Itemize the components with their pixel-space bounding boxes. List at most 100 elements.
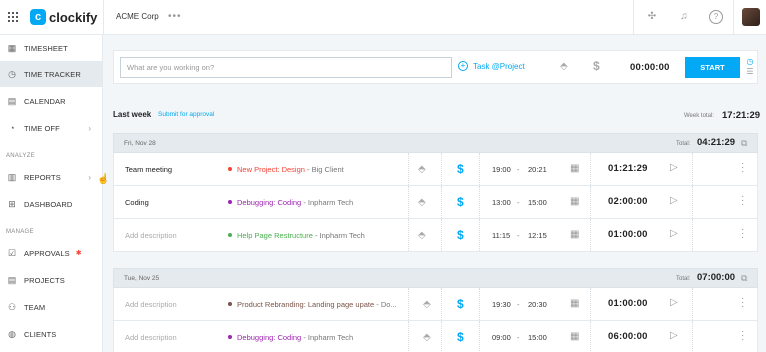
time-separator: -: [517, 165, 520, 174]
apps-grid-icon[interactable]: [8, 12, 18, 22]
tag-icon[interactable]: ⬘: [418, 230, 426, 241]
group-date: Fri, Nov 28: [124, 140, 156, 147]
play-icon[interactable]: ▷: [670, 195, 678, 206]
project-picker-button[interactable]: + Task @Project: [458, 61, 525, 71]
start-time[interactable]: 19:30: [492, 300, 511, 309]
sidebar-item-calendar[interactable]: ▤ CALENDAR: [0, 88, 103, 114]
start-time[interactable]: 09:00: [492, 333, 511, 342]
divider: [441, 186, 442, 218]
bulk-edit-icon[interactable]: ⧉: [741, 273, 747, 284]
billable-dollar-icon[interactable]: $: [457, 195, 464, 209]
clock-mode-icon[interactable]: ◷: [745, 57, 755, 67]
bell-icon[interactable]: ♫: [677, 10, 691, 24]
section-label-analyze: ANALYZE: [6, 153, 35, 159]
day-group-header: Fri, Nov 28 Total: 04:21:29 ⧉: [113, 133, 758, 153]
end-time[interactable]: 15:00: [528, 198, 547, 207]
divider: [408, 288, 409, 320]
entry-description[interactable]: Add description: [125, 300, 177, 309]
description-input[interactable]: [120, 57, 452, 78]
tag-icon[interactable]: ⬘: [560, 61, 568, 72]
sidebar-item-reports[interactable]: ▥ REPORTS ›: [0, 164, 103, 190]
entry-description[interactable]: Coding: [125, 198, 149, 207]
more-vertical-icon[interactable]: · · ·: [741, 225, 745, 243]
entry-duration[interactable]: 01:21:29: [608, 163, 648, 174]
sidebar-item-time-tracker[interactable]: ◷ TIME TRACKER: [0, 61, 103, 87]
play-icon[interactable]: ▷: [670, 228, 678, 239]
end-time[interactable]: 15:00: [528, 333, 547, 342]
more-vertical-icon[interactable]: · · ·: [741, 294, 745, 312]
tag-icon[interactable]: ⬘: [418, 197, 426, 208]
play-icon[interactable]: ▷: [670, 330, 678, 341]
more-vertical-icon[interactable]: · · ·: [741, 159, 745, 177]
calendar-icon: ▤: [7, 96, 17, 106]
client-name: - Inpharm Tech: [314, 231, 365, 240]
start-button[interactable]: START: [685, 57, 740, 78]
entry-duration[interactable]: 02:00:00: [608, 196, 648, 207]
entry-project[interactable]: New Project: Design - Big Client: [228, 165, 344, 174]
entry-description[interactable]: Add description: [125, 231, 177, 240]
calendar-icon[interactable]: ▦: [570, 331, 579, 342]
divider: [692, 219, 693, 251]
tag-icon[interactable]: ⬘: [418, 164, 426, 175]
billable-dollar-icon[interactable]: $: [457, 162, 464, 176]
more-vertical-icon[interactable]: · · ·: [741, 192, 745, 210]
calendar-icon[interactable]: ▦: [570, 163, 579, 174]
billable-dollar-icon[interactable]: $: [457, 330, 464, 344]
avatar[interactable]: [742, 8, 760, 26]
tag-icon[interactable]: ⬘: [423, 332, 431, 343]
calendar-icon[interactable]: ▦: [570, 196, 579, 207]
submit-for-approval-link[interactable]: Submit for approval: [158, 111, 214, 118]
end-time[interactable]: 12:15: [528, 231, 547, 240]
end-time[interactable]: 20:30: [528, 300, 547, 309]
client-name: - Inpharm Tech: [303, 198, 354, 207]
sidebar-item-time-off[interactable]: ◔ TIME OFF ›: [0, 115, 103, 141]
start-time[interactable]: 13:00: [492, 198, 511, 207]
start-time[interactable]: 19:00: [492, 165, 511, 174]
entry-project[interactable]: Debugging: Coding - Inpharm Tech: [228, 333, 353, 342]
sidebar-item-approvals[interactable]: ☑ APPROVALS ✱: [0, 240, 103, 266]
timer-mode-toggle[interactable]: ◷ ☰: [745, 57, 755, 77]
play-icon[interactable]: ▷: [670, 162, 678, 173]
calendar-icon[interactable]: ▦: [570, 298, 579, 309]
sidebar-item-timesheet[interactable]: ▦ TIMESHEET: [0, 35, 103, 61]
app-logo[interactable]: c clockify: [30, 9, 97, 25]
entry-project[interactable]: Debugging: Coding - Inpharm Tech: [228, 198, 353, 207]
divider: [479, 321, 480, 352]
workspace-name[interactable]: ACME Corp: [116, 12, 159, 21]
entry-duration[interactable]: 01:00:00: [608, 229, 648, 240]
end-time[interactable]: 20:21: [528, 165, 547, 174]
billable-dollar-icon[interactable]: $: [457, 297, 464, 311]
mouse-pointer-icon: ☝: [97, 174, 110, 185]
entry-project[interactable]: Help Page Restructure - Inpharm Tech: [228, 231, 365, 240]
sidebar-item-clients[interactable]: ◍ CLIENTS: [0, 321, 103, 347]
divider: [103, 0, 104, 35]
start-time[interactable]: 11:15: [492, 231, 510, 240]
workspace-more-icon[interactable]: •••: [168, 11, 182, 22]
time-entry-row: Coding Debugging: Coding - Inpharm Tech ⬘ $…: [113, 186, 758, 219]
help-icon[interactable]: ?: [709, 10, 723, 24]
sidebar-item-dashboard[interactable]: ⊞ DASHBOARD: [0, 191, 103, 217]
sidebar-item-label: PROJECTS: [24, 275, 65, 285]
group-total-value: 07:00:00: [697, 272, 736, 283]
sidebar-item-team[interactable]: ⚇ TEAM: [0, 294, 103, 320]
entry-duration[interactable]: 01:00:00: [608, 298, 648, 309]
timer-bar: + Task @Project ⬘ $ 00:00:00 START ◷ ☰: [113, 50, 758, 84]
tag-icon[interactable]: ⬘: [423, 299, 431, 310]
bulk-edit-icon[interactable]: ⧉: [741, 138, 747, 149]
billable-dollar-icon[interactable]: $: [593, 59, 600, 73]
play-icon[interactable]: ▷: [670, 297, 678, 308]
calendar-icon[interactable]: ▦: [570, 229, 579, 240]
entry-description[interactable]: Team meeting: [125, 165, 172, 174]
entry-description[interactable]: Add description: [125, 333, 177, 342]
entry-duration[interactable]: 06:00:00: [608, 331, 648, 342]
entry-project[interactable]: Product Rebranding: Landing page upate -…: [228, 300, 397, 309]
app-name: clockify: [49, 9, 98, 25]
clock-icon: ◷: [8, 69, 16, 79]
sidebar-item-projects[interactable]: ▤ PROJECTS: [0, 267, 103, 293]
manual-mode-icon[interactable]: ☰: [745, 67, 755, 77]
week-header: Last week Submit for approval Week total…: [113, 110, 763, 124]
timesheet-icon: ▦: [7, 43, 17, 53]
puzzle-icon[interactable]: ✣: [645, 10, 659, 24]
more-vertical-icon[interactable]: · · ·: [741, 327, 745, 345]
billable-dollar-icon[interactable]: $: [457, 228, 464, 242]
